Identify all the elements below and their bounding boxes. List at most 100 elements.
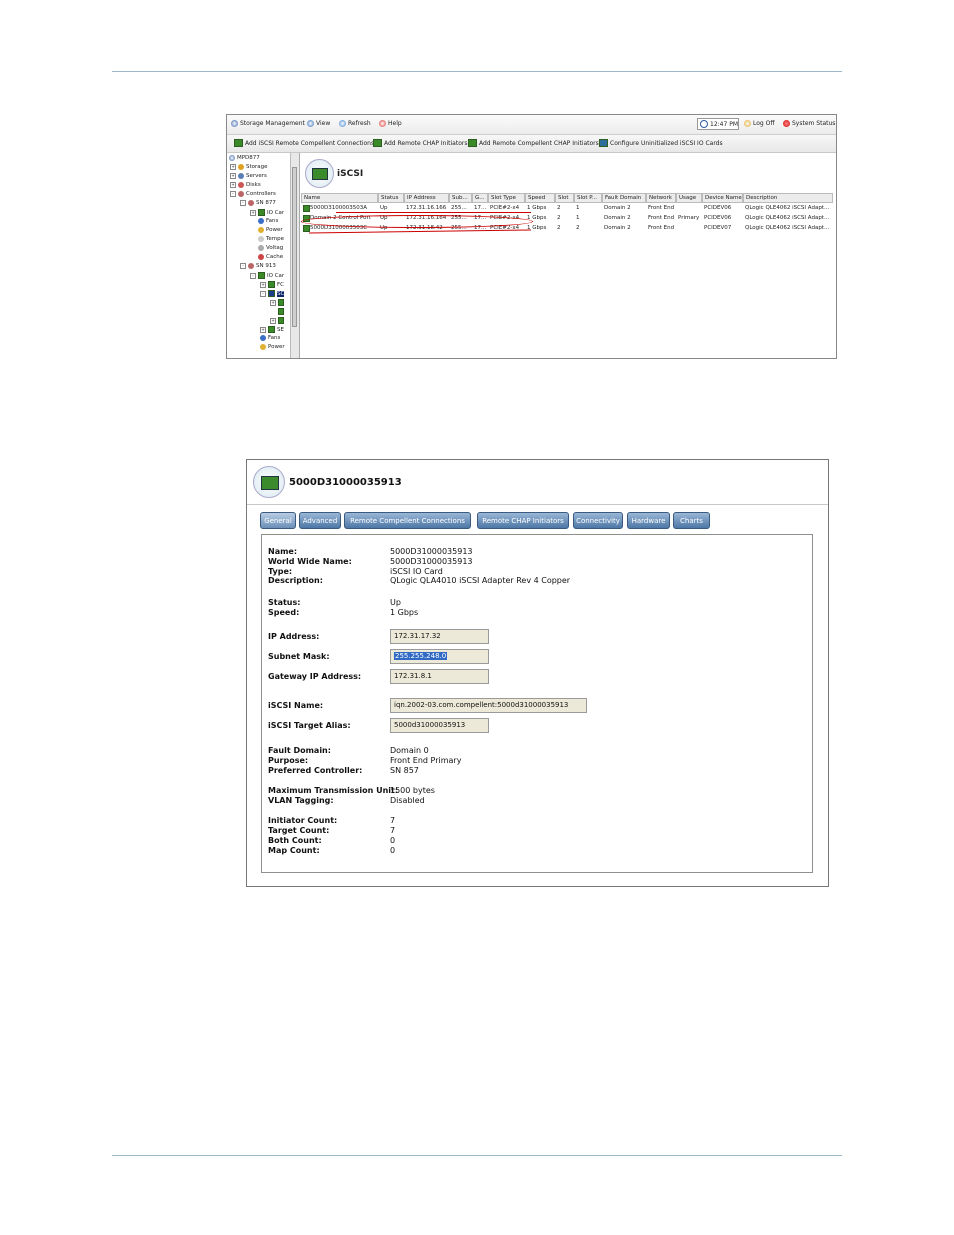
column-header[interactable]: Slot P... — [574, 193, 602, 203]
menu-bar: Storage Management View Refresh Help 12:… — [227, 115, 836, 135]
column-header[interactable]: Fault Domain — [602, 193, 646, 203]
tab-hardware[interactable]: Hardware — [627, 512, 670, 529]
expand-icon[interactable]: + — [260, 326, 266, 333]
column-header[interactable]: Network — [646, 193, 676, 203]
table-cell: Front End — [648, 205, 675, 211]
tree-item-io-cards[interactable]: + IO Car — [250, 209, 284, 216]
tree-scrollbar[interactable] — [290, 153, 299, 358]
storage-management-menu[interactable]: Storage Management — [231, 120, 305, 127]
column-header[interactable]: Speed — [525, 193, 555, 203]
column-header[interactable]: Sub... — [449, 193, 472, 203]
map-count-label: Map Count: — [268, 846, 320, 855]
tree-item-cache[interactable]: Cache — [258, 254, 283, 260]
tree-item-disks[interactable]: + Disks — [230, 182, 261, 188]
vlan-tagging-label: VLAN Tagging: — [268, 796, 334, 805]
tab-advanced[interactable]: Advanced — [299, 512, 341, 529]
log-off-button[interactable]: Log Off — [744, 120, 774, 127]
tree-item-io-cards[interactable]: - IO Car — [250, 272, 284, 279]
expand-icon[interactable]: + — [270, 317, 276, 324]
tree-item-port[interactable]: + — [270, 299, 284, 306]
tree-item-sn913[interactable]: - SN 913 — [240, 263, 276, 269]
tree-label: Voltag — [266, 245, 284, 251]
gateway-field[interactable]: 172.31.8.1 — [390, 669, 489, 684]
mtu-label: Maximum Transmission Unit: — [268, 786, 399, 795]
collapse-icon[interactable]: - — [230, 191, 236, 197]
expand-icon[interactable]: + — [250, 209, 256, 216]
iscsi-name-field[interactable]: iqn.2002-03.com.compellent:5000d31000035… — [390, 698, 587, 713]
io-card-icon — [234, 139, 243, 147]
purpose-value: Front End Primary — [390, 756, 462, 765]
table-cell: 1 Gbps — [527, 225, 547, 231]
system-status-button[interactable]: System Status — [783, 120, 835, 127]
log-off-label: Log Off — [753, 120, 775, 127]
column-header[interactable]: Device Name — [702, 193, 743, 203]
tree-item-se[interactable]: + SE — [260, 326, 284, 333]
add-remote-chap-button[interactable]: Add Remote CHAP Initiators — [373, 139, 467, 147]
footer-rule — [112, 1155, 842, 1156]
tab-remote-compellent-connections[interactable]: Remote Compellent Connections — [344, 512, 471, 529]
tree-item-root[interactable]: MPD877 — [229, 155, 260, 161]
table-cell — [676, 203, 704, 213]
tab-remote-chap-initiators[interactable]: Remote CHAP Initiators — [477, 512, 569, 529]
target-count-label: Target Count: — [268, 826, 330, 835]
tree-item-servers[interactable]: + Servers — [230, 173, 267, 179]
column-header[interactable]: IP Address — [404, 193, 449, 203]
table-cell — [676, 223, 704, 233]
tree-item-power[interactable]: Power — [258, 227, 283, 233]
status-value: Up — [390, 598, 401, 607]
port-icon — [278, 299, 284, 306]
tab-connectivity[interactable]: Connectivity — [573, 512, 623, 529]
column-header[interactable]: Name — [301, 193, 378, 203]
help-menu[interactable]: Help — [379, 120, 402, 127]
ip-address-field[interactable]: 172.31.17.32 — [390, 629, 489, 644]
collapse-icon[interactable]: - — [240, 263, 246, 269]
tree-item-fans[interactable]: Fans — [260, 335, 280, 341]
both-count-label: Both Count: — [268, 836, 322, 845]
tree-item-power[interactable]: Power — [260, 344, 285, 350]
tree-label: Fans — [266, 218, 279, 224]
purpose-label: Purpose: — [268, 756, 309, 765]
tree-item-fans[interactable]: Fans — [258, 218, 278, 224]
tree-label: Disks — [246, 182, 261, 188]
collapse-icon[interactable]: - — [260, 290, 266, 297]
column-header[interactable]: Slot — [555, 193, 574, 203]
tab-charts[interactable]: Charts — [673, 512, 710, 529]
tree-item-sn877[interactable]: - SN 877 — [240, 200, 276, 206]
tree-item-port[interactable]: + — [270, 317, 284, 324]
column-header[interactable]: Slot Type — [488, 193, 525, 203]
tab-general[interactable]: General — [260, 512, 296, 529]
tree-item-storage[interactable]: + Storage — [230, 164, 268, 170]
collapse-icon[interactable]: - — [250, 272, 256, 279]
tree-item-controllers[interactable]: - Controllers — [230, 191, 276, 197]
tree-label: Storage — [246, 164, 268, 170]
tree-item-voltage[interactable]: Voltag — [258, 245, 283, 251]
tree-item-temperature[interactable]: Tempe — [258, 236, 284, 242]
table-cell: Front End — [648, 215, 675, 221]
wwn-label: World Wide Name: — [268, 557, 352, 566]
iscsi-alias-field[interactable]: 5000d31000035913 — [390, 718, 489, 733]
tree-item-fc[interactable]: + FC — [260, 281, 284, 288]
refresh-button[interactable]: Refresh — [339, 120, 371, 127]
power-icon — [260, 344, 266, 350]
column-header[interactable]: Description — [743, 193, 833, 203]
subnet-mask-field[interactable]: 255.255.248.0 — [390, 649, 489, 664]
table-cell: 2 — [557, 215, 561, 221]
tree-item-port[interactable] — [278, 308, 284, 315]
expand-icon[interactable]: + — [230, 182, 236, 188]
scroll-thumb[interactable] — [292, 167, 297, 327]
add-iscsi-remote-button[interactable]: Add iSCSI Remote Compellent Connections — [234, 139, 374, 147]
collapse-icon[interactable]: - — [240, 200, 246, 206]
add-remote-compellent-chap-button[interactable]: Add Remote Compellent CHAP Initiators — [468, 139, 599, 147]
view-menu[interactable]: View — [307, 120, 330, 127]
tree-item-sc[interactable]: - SC — [260, 290, 285, 297]
column-header[interactable]: Usage — [676, 193, 702, 203]
column-header[interactable]: G... — [472, 193, 488, 203]
status-label: Status: — [268, 598, 301, 607]
configure-uninitialized-button[interactable]: Configure Uninitialized iSCSI IO Cards — [599, 139, 723, 147]
expand-icon[interactable]: + — [260, 281, 266, 288]
column-header[interactable]: Status — [378, 193, 404, 203]
table-cell: 1 — [576, 215, 580, 221]
expand-icon[interactable]: + — [230, 173, 236, 179]
expand-icon[interactable]: + — [230, 164, 236, 170]
expand-icon[interactable]: + — [270, 299, 276, 306]
